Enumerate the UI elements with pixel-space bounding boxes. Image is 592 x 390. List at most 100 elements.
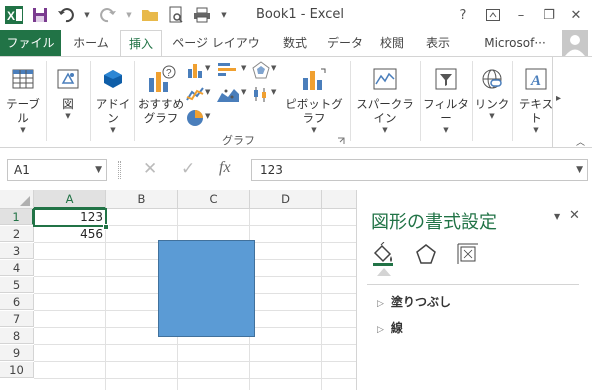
fill-section[interactable]: ▷ 塗りつぶし — [377, 293, 451, 310]
link-icon — [474, 61, 510, 97]
account-avatar[interactable] — [562, 30, 588, 56]
recommended-charts-button[interactable]: ? おすすめ グラフ — [138, 61, 184, 125]
insert-function-icon[interactable]: fx — [219, 159, 231, 177]
column-header-a[interactable]: A — [34, 190, 106, 209]
addins-button[interactable]: アドイ ン ▼ — [94, 61, 132, 135]
line-expand-icon: ▷ — [377, 325, 384, 335]
pivot-chart-icon — [282, 61, 346, 97]
expand-formula-bar-icon[interactable]: ▼ — [576, 160, 583, 180]
ribbon: テーブル ▼ 図 ▼ アドイ ン ▼ ? おすすめ グラフ ▼ ▼ ▼ ▼ ▼ … — [0, 56, 592, 148]
ribbon-separator — [472, 61, 473, 141]
column-header-c[interactable]: C — [178, 190, 250, 209]
enter-icon[interactable]: ✓ — [181, 159, 195, 179]
pie-chart-dropdown-icon[interactable]: ▼ — [205, 112, 210, 120]
row-header-7[interactable]: 7 — [0, 311, 34, 327]
tab-microsoft[interactable]: Microsof··· — [473, 30, 557, 56]
stock-chart-dropdown-icon[interactable]: ▼ — [271, 88, 276, 96]
bar-chart-dropdown-icon[interactable]: ▼ — [241, 64, 246, 72]
column-chart-icon[interactable] — [186, 61, 204, 79]
window-title: Book1 - Excel — [256, 7, 345, 22]
pane-title: 図形の書式設定 — [371, 212, 497, 233]
line-section[interactable]: ▷ 線 — [377, 319, 403, 336]
pane-options-icon[interactable]: ▼ — [554, 212, 560, 221]
radar-chart-icon[interactable] — [252, 61, 270, 79]
addins-icon — [94, 61, 132, 97]
print-icon[interactable] — [192, 5, 212, 25]
tab-page-layout[interactable]: ページ レイアウト — [168, 30, 264, 76]
rectangle-shape[interactable] — [158, 240, 255, 337]
row-header-4[interactable]: 4 — [0, 260, 34, 276]
column-chart-dropdown-icon[interactable]: ▼ — [205, 64, 210, 72]
fill-expand-icon: ▷ — [377, 299, 384, 309]
area-chart-icon[interactable] — [216, 85, 240, 103]
restore-button[interactable]: ❐ — [539, 5, 559, 25]
effects-pentagon-icon[interactable] — [414, 242, 438, 266]
ribbon-display-options-icon[interactable] — [483, 5, 503, 25]
row-header-6[interactable]: 6 — [0, 294, 34, 310]
ribbon-separator — [512, 61, 513, 141]
pie-chart-icon[interactable] — [186, 109, 204, 127]
ribbon-scroll-right[interactable]: ▸ — [552, 57, 568, 147]
column-header-b[interactable]: B — [106, 190, 178, 209]
close-button[interactable]: ✕ — [566, 5, 586, 25]
radar-chart-dropdown-icon[interactable]: ▼ — [271, 64, 276, 72]
open-folder-icon[interactable] — [140, 5, 160, 25]
pane-close-icon[interactable]: ✕ — [569, 208, 580, 223]
bar-chart-icon[interactable] — [216, 61, 240, 79]
charts-dialog-launcher-icon[interactable] — [337, 134, 345, 144]
table-icon — [2, 61, 44, 97]
worksheet-grid[interactable]: A B C D 1 2 3 4 5 6 7 8 9 10 123 456 — [0, 190, 356, 390]
cancel-icon[interactable]: ✕ — [143, 159, 157, 179]
select-all-button[interactable] — [0, 190, 34, 209]
row-header-3[interactable]: 3 — [0, 243, 34, 259]
undo-icon[interactable] — [56, 5, 76, 25]
illustrations-button[interactable]: 図 ▼ — [52, 61, 84, 121]
tab-review[interactable]: 校閲 — [377, 30, 407, 56]
row-header-2[interactable]: 2 — [0, 226, 34, 242]
minimize-button[interactable]: – — [511, 5, 531, 25]
line-chart-icon[interactable] — [186, 85, 204, 103]
collapse-ribbon-icon[interactable]: ︿ — [576, 135, 585, 148]
links-button[interactable]: リンク ▼ — [474, 61, 510, 121]
tab-home[interactable]: ホーム — [66, 30, 116, 56]
print-preview-icon[interactable] — [166, 5, 186, 25]
row-header-10[interactable]: 10 — [0, 362, 34, 378]
pane-tab-pointer — [377, 268, 391, 276]
column-header-d[interactable]: D — [250, 190, 322, 209]
customize-qat-icon[interactable]: ▼ — [218, 5, 230, 25]
tab-view[interactable]: 表示 — [423, 30, 453, 56]
row-header-1[interactable]: 1 — [0, 209, 34, 225]
filters-button[interactable]: フィルター ▼ — [422, 61, 470, 135]
cell-a2[interactable]: 456 — [34, 226, 106, 242]
save-icon[interactable] — [30, 5, 50, 25]
ribbon-tabs: ファイル ホーム 挿入 ページ レイアウト 数式 データ 校閲 表示 Micro… — [0, 30, 592, 76]
formula-bar-splitter[interactable] — [118, 161, 121, 179]
name-box-dropdown-icon[interactable]: ▼ — [95, 160, 102, 180]
pane-divider — [367, 284, 579, 285]
row-header-9[interactable]: 9 — [0, 345, 34, 361]
fill-handle[interactable] — [103, 224, 109, 230]
row-header-8[interactable]: 8 — [0, 328, 34, 344]
sparklines-button[interactable]: スパークライン ▼ — [352, 61, 418, 135]
name-box[interactable]: A1 ▼ — [7, 159, 107, 181]
tab-formulas[interactable]: 数式 — [277, 30, 313, 56]
fill-line-icon[interactable] — [371, 242, 395, 266]
ribbon-separator — [46, 61, 47, 141]
stock-chart-icon[interactable] — [252, 85, 270, 103]
redo-icon[interactable] — [98, 5, 118, 25]
redo-dropdown-icon[interactable]: ▼ — [124, 5, 134, 25]
line-chart-dropdown-icon[interactable]: ▼ — [205, 88, 210, 96]
formula-input[interactable]: 123 ▼ — [251, 159, 588, 181]
table-button[interactable]: テーブル ▼ — [2, 61, 44, 135]
column-header-e[interactable] — [322, 190, 356, 209]
tab-data[interactable]: データ — [325, 30, 365, 56]
undo-dropdown-icon[interactable]: ▼ — [82, 5, 92, 25]
quick-access-toolbar: X ▼ ▼ ▼ — [4, 4, 236, 26]
tab-insert[interactable]: 挿入 — [120, 30, 162, 57]
tab-file[interactable]: ファイル — [0, 30, 61, 56]
area-chart-dropdown-icon[interactable]: ▼ — [241, 88, 246, 96]
row-header-5[interactable]: 5 — [0, 277, 34, 293]
size-properties-icon[interactable] — [456, 242, 480, 266]
pivot-chart-button[interactable]: ピボットグラフ ▼ — [282, 61, 346, 135]
help-button[interactable]: ? — [453, 5, 473, 25]
